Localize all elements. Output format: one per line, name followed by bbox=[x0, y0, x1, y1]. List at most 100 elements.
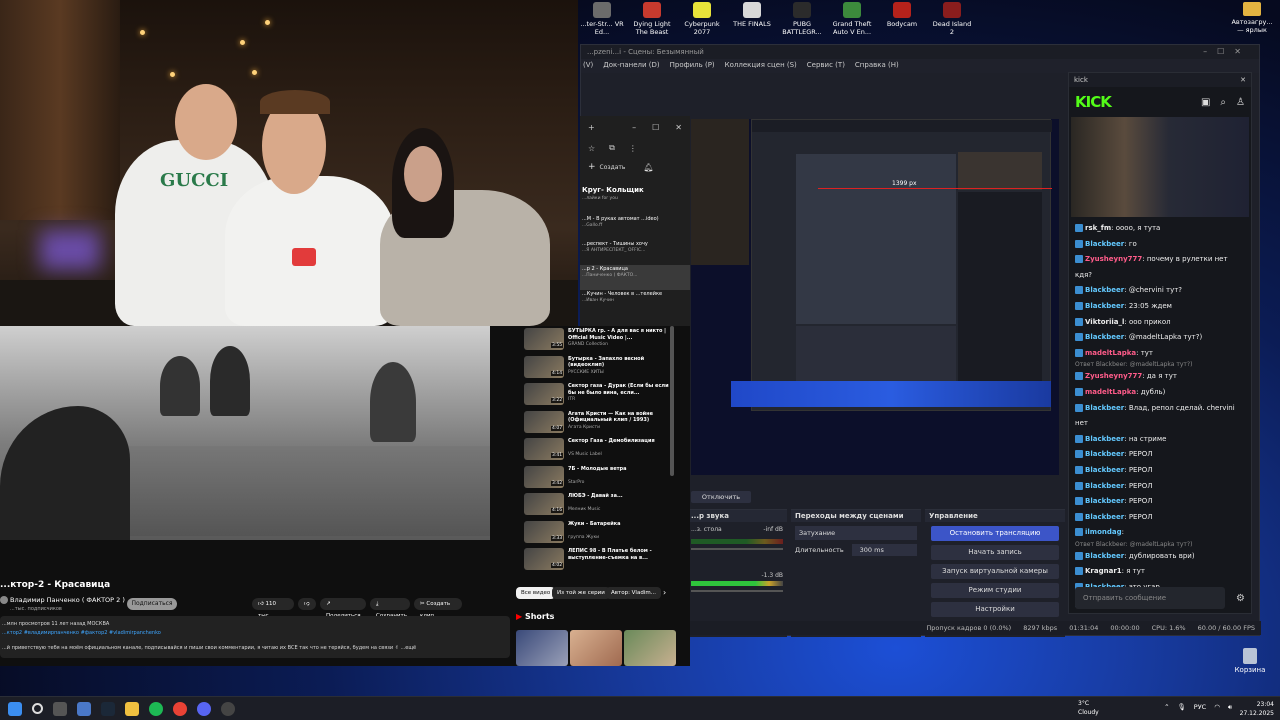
desktop-icon[interactable]: Dying Light The Beast bbox=[630, 2, 674, 36]
playlist-item[interactable]: ...M - В руках автомат ...ideo) ...Gallo.… bbox=[580, 215, 690, 240]
channel-avatar[interactable] bbox=[0, 596, 8, 604]
duration-input[interactable]: 300 ms bbox=[851, 544, 917, 556]
volume-slider-2[interactable] bbox=[691, 590, 783, 592]
wifi-icon[interactable]: ◠ bbox=[1214, 703, 1220, 712]
language-indicator[interactable]: РУС bbox=[1194, 703, 1206, 712]
chat-username[interactable]: Blackbeer bbox=[1085, 482, 1124, 490]
yt-create-button[interactable]: + Создать 🔔︎ bbox=[580, 158, 690, 176]
scrollbar[interactable] bbox=[670, 326, 674, 476]
chevron-up-icon[interactable]: ⌃ bbox=[1164, 703, 1169, 712]
chat-input[interactable]: Отправить сообщение bbox=[1075, 587, 1225, 609]
control-button[interactable]: Настройки bbox=[931, 602, 1059, 617]
chat-username[interactable]: Blackbeer bbox=[1085, 404, 1124, 412]
search-icon[interactable]: ⌕ bbox=[1220, 97, 1226, 108]
related-video[interactable]: 4:02 ЛЕПИС 98 - В Платье белом - выступле… bbox=[524, 548, 674, 572]
bell-icon[interactable]: 🔔︎ bbox=[643, 163, 653, 172]
obs-menu-item[interactable]: Коллекция сцен (S) bbox=[725, 61, 797, 71]
short-thumbnail[interactable] bbox=[516, 630, 568, 666]
gear-icon[interactable]: ⚙ bbox=[1236, 593, 1245, 604]
chat-username[interactable]: Zyusheyny777 bbox=[1085, 372, 1142, 380]
new-tab-icon[interactable]: + bbox=[588, 123, 595, 132]
chat-username[interactable]: madeltLapka bbox=[1085, 388, 1136, 396]
related-video[interactable]: 3:22 Сектор газа - Дурак (Если бы если бы… bbox=[524, 383, 674, 407]
action-button-download[interactable]: ⤓ Сохранить bbox=[370, 598, 410, 619]
desktop-icon[interactable]: THE FINALS bbox=[730, 2, 774, 36]
discord-icon[interactable] bbox=[197, 701, 211, 716]
video-description[interactable]: ...млн просмотров 11 лет назад МОСКВА ..… bbox=[0, 616, 510, 658]
playlist-item[interactable]: ...р 2 - Красавица ...Паниченко ( ФАКТО..… bbox=[580, 265, 690, 290]
subscribe-button[interactable]: Подписаться bbox=[127, 598, 177, 610]
control-button[interactable]: Режим студии bbox=[931, 583, 1059, 598]
desktop-icon[interactable]: Dead Island 2 bbox=[930, 2, 974, 36]
weather-widget[interactable]: 3°C Cloudy bbox=[1078, 699, 1099, 717]
related-video[interactable]: 4:07 Агата Кристи — Как на войне (Официал… bbox=[524, 410, 674, 435]
clock[interactable]: 23:04 27.12.2025 bbox=[1240, 700, 1274, 718]
related-video[interactable]: 4:14 Бутырка - Запахло весной (видеоклип)… bbox=[524, 355, 674, 380]
desktop-icon-autostart[interactable]: Автозагру... — ярлык bbox=[1230, 2, 1274, 34]
chat-username[interactable]: Blackbeer bbox=[1085, 302, 1124, 310]
action-button-like[interactable]: 👍︎ 110 тыс. bbox=[252, 598, 294, 619]
obs-menu-item[interactable]: (V) bbox=[583, 61, 593, 71]
related-video[interactable]: 3:41 Сектор Газа - Демобилизация VS Music … bbox=[524, 438, 674, 462]
video-player[interactable] bbox=[0, 326, 490, 540]
playlist-item[interactable]: ...Кучин - Человек в ...телейке ...Иван К… bbox=[580, 290, 690, 315]
control-button[interactable]: Запуск виртуальной камеры bbox=[931, 564, 1059, 579]
task-view-icon[interactable] bbox=[53, 701, 67, 716]
related-video[interactable]: 3:42 7Б - Молодые ветра StarPro bbox=[524, 465, 674, 490]
mic-icon[interactable]: 🎙︎ bbox=[1178, 703, 1186, 712]
chat-username[interactable]: Zyusheyny777 bbox=[1085, 255, 1142, 263]
chat-username[interactable]: madeltLapka bbox=[1085, 349, 1136, 357]
obs-menu-item[interactable]: Справка (H) bbox=[855, 61, 899, 71]
obs-preview[interactable]: 1399 px bbox=[691, 119, 1059, 475]
spotify-icon[interactable] bbox=[149, 701, 163, 716]
steam-icon[interactable] bbox=[101, 701, 115, 716]
related-video[interactable]: 4:16 ЛЮБЭ - Давай за... Мелник Music bbox=[524, 493, 674, 517]
close-icon[interactable]: ✕ bbox=[675, 123, 682, 132]
minimize-icon[interactable]: – bbox=[632, 123, 636, 132]
chat-username[interactable]: Blackbeer bbox=[1085, 435, 1124, 443]
widgets-icon[interactable] bbox=[77, 701, 91, 716]
disconnect-button[interactable]: Отключить bbox=[691, 491, 751, 503]
chat-username[interactable]: Viktoriia_l bbox=[1085, 318, 1124, 326]
obs-menu-item[interactable]: Профиль (P) bbox=[670, 61, 715, 71]
chat-username[interactable]: Blackbeer bbox=[1085, 240, 1124, 248]
action-button-clip[interactable]: ✂ Создать клип bbox=[414, 598, 462, 619]
obs-icon[interactable] bbox=[221, 701, 235, 716]
transition-select[interactable]: Затухание bbox=[795, 526, 917, 540]
desktop-icon[interactable]: Grand Theft Auto V En... bbox=[830, 2, 874, 36]
chrome-icon[interactable] bbox=[173, 701, 187, 716]
stream-thumbnail[interactable] bbox=[1071, 117, 1249, 217]
chevron-right-icon[interactable]: › bbox=[663, 588, 666, 597]
action-button-dislike[interactable]: 👎︎ bbox=[298, 598, 316, 610]
filter-chip[interactable]: Все видео bbox=[516, 587, 556, 599]
extensions-icon[interactable]: ⧉ bbox=[609, 143, 615, 153]
playlist-item[interactable]: ...респект - Тишины хочу ...Я АНТИРЕСПЕКТ… bbox=[580, 240, 690, 265]
star-icon[interactable]: ☆ bbox=[588, 144, 595, 153]
volume-icon[interactable]: 🔊︎ bbox=[1228, 703, 1232, 712]
related-video[interactable]: 3:33 Жуки - Батарейка группа Жуки bbox=[524, 520, 674, 545]
desktop-icon[interactable]: PUBG BATTLEGR... bbox=[780, 2, 824, 36]
chat-username[interactable]: Blackbeer bbox=[1085, 513, 1124, 521]
chat-username[interactable]: rsk_fm bbox=[1085, 224, 1111, 232]
action-button-share[interactable]: ↗ Поделиться bbox=[320, 598, 366, 619]
close-icon[interactable]: ✕ bbox=[1240, 76, 1246, 84]
chat-username[interactable]: Blackbeer bbox=[1085, 450, 1124, 458]
channel-name[interactable]: Владимир Панченко ( ФАКТОР 2 ) bbox=[10, 596, 125, 604]
folder-icon[interactable] bbox=[125, 701, 139, 716]
short-thumbnail[interactable] bbox=[624, 630, 676, 666]
obs-menu-item[interactable]: Док-панели (D) bbox=[603, 61, 659, 71]
obs-window-controls[interactable]: –☐✕ bbox=[1203, 47, 1251, 56]
volume-slider[interactable] bbox=[691, 548, 783, 550]
chat-username[interactable]: Blackbeer bbox=[1085, 333, 1124, 341]
start-icon[interactable] bbox=[8, 701, 22, 716]
obs-menu-item[interactable]: Сервис (T) bbox=[807, 61, 845, 71]
chat-username[interactable]: Blackbeer bbox=[1085, 497, 1124, 505]
filter-chip[interactable]: Из той же серии bbox=[552, 587, 610, 599]
related-video[interactable]: 3:55 БУТЫРКА гр. - А для вас я никто | Of… bbox=[524, 328, 674, 352]
control-button[interactable]: Начать запись bbox=[931, 545, 1059, 560]
desktop-icon-recycle-bin[interactable]: Корзина bbox=[1230, 648, 1270, 674]
chat-username[interactable]: Blackbeer bbox=[1085, 466, 1124, 474]
filter-chip[interactable]: Автор: Vladim... bbox=[606, 587, 661, 599]
chat-username[interactable]: Blackbeer bbox=[1085, 552, 1124, 560]
chat-username[interactable]: ilmondag bbox=[1085, 528, 1122, 536]
